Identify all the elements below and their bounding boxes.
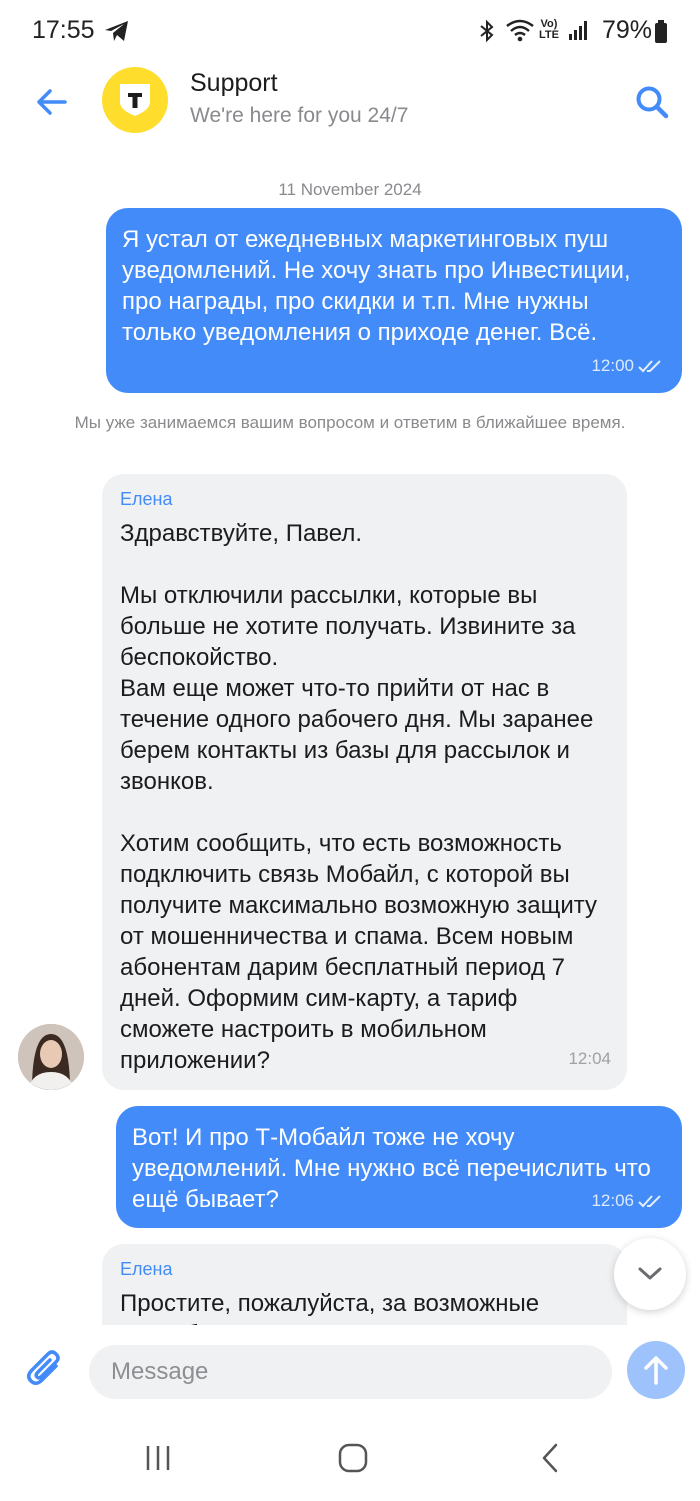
chevron-left-icon xyxy=(542,1443,558,1473)
message-time: 12:04 xyxy=(568,1049,611,1068)
send-button[interactable] xyxy=(627,1341,685,1399)
chat-subtitle: We're here for you 24/7 xyxy=(190,104,409,127)
date-separator: 11 November 2024 xyxy=(278,180,422,199)
message-text: Здравствуйте, Павел. Мы отключили рассыл… xyxy=(120,520,597,1074)
agent-photo-icon xyxy=(18,1024,84,1090)
message-time: 12:06 xyxy=(591,1191,634,1210)
double-check-icon xyxy=(638,359,661,372)
search-button[interactable] xyxy=(630,80,674,124)
arrow-left-icon xyxy=(37,89,67,115)
home-icon xyxy=(338,1443,368,1473)
incoming-message[interactable]: Елена Здравствуйте, Павел. Мы отключили … xyxy=(102,474,627,1090)
message-author: Елена xyxy=(120,489,173,509)
double-check-icon xyxy=(638,1194,661,1207)
paperclip-icon xyxy=(27,1350,60,1385)
message-meta: 12:00 xyxy=(591,350,664,381)
recent-apps-icon xyxy=(146,1446,170,1470)
chat-title: Support xyxy=(190,69,278,97)
wifi-icon xyxy=(505,18,535,47)
back-button[interactable] xyxy=(30,80,74,124)
recent-apps-button[interactable] xyxy=(128,1436,188,1480)
search-icon xyxy=(636,86,669,119)
bluetooth-icon xyxy=(478,19,496,48)
bank-shield-logo-icon xyxy=(120,84,150,116)
telegram-icon xyxy=(104,19,130,48)
message-time: 12:00 xyxy=(591,356,634,375)
volte-icon: Vo) LTE xyxy=(539,18,559,41)
incoming-message[interactable]: Елена Простите, пожалуйста, за возможные… xyxy=(102,1244,627,1325)
outgoing-message[interactable]: Я устал от ежедневных маркетинговых пуш … xyxy=(106,208,682,393)
system-nav-bar xyxy=(0,1420,700,1501)
status-time: 17:55 xyxy=(32,16,95,44)
signal-icon xyxy=(568,18,590,47)
system-back-button[interactable] xyxy=(520,1436,580,1480)
message-input[interactable] xyxy=(89,1345,612,1399)
battery-icon xyxy=(654,20,668,49)
chevron-down-icon xyxy=(638,1267,662,1280)
arrow-up-icon xyxy=(644,1356,668,1385)
chat-header: Support We're here for you 24/7 xyxy=(0,62,700,142)
message-text: Простите, пожалуйста, за возможные неудо… xyxy=(120,1290,540,1325)
home-button[interactable] xyxy=(323,1436,383,1480)
scroll-down-button[interactable] xyxy=(614,1238,686,1310)
message-text: Вот! И про Т-Мобайл тоже не хочу уведомл… xyxy=(132,1124,651,1213)
attach-button[interactable] xyxy=(24,1345,68,1393)
support-avatar[interactable] xyxy=(102,67,168,133)
outgoing-message[interactable]: Вот! И про Т-Мобайл тоже не хочу уведомл… xyxy=(116,1106,682,1228)
chat-messages[interactable]: 11 November 2024 Я устал от ежедневных м… xyxy=(0,142,700,1325)
message-author: Елена xyxy=(120,1259,173,1279)
message-meta: 12:06 xyxy=(591,1185,664,1216)
composer xyxy=(0,1325,700,1420)
message-text: Я устал от ежедневных маркетинговых пуш … xyxy=(122,226,631,346)
battery-percent: 79% xyxy=(601,16,652,44)
status-bar: 17:55 Vo) LTE 79% xyxy=(0,0,700,62)
agent-avatar[interactable] xyxy=(18,1024,84,1090)
system-notice: Мы уже занимаемся вашим вопросом и ответ… xyxy=(74,413,626,432)
